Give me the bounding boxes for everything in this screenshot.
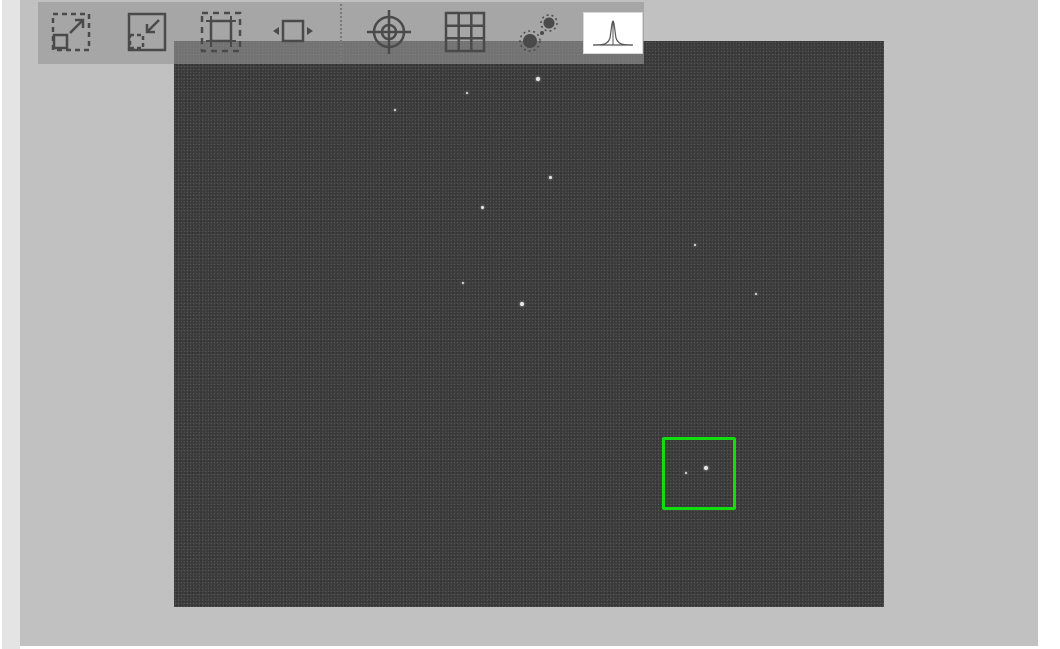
grid-button[interactable] <box>440 8 490 56</box>
fit-width-icon <box>270 15 316 49</box>
star <box>549 176 552 179</box>
star <box>466 92 468 94</box>
toolbar <box>38 2 644 64</box>
left-panel-edge <box>2 0 20 649</box>
shrink-button[interactable] <box>122 8 172 56</box>
star <box>755 293 757 295</box>
right-panel-edge <box>1038 0 1060 649</box>
image-viewport[interactable] <box>20 0 1038 646</box>
fit-frame-button[interactable] <box>196 8 246 56</box>
star <box>520 302 524 306</box>
star <box>394 109 396 111</box>
selection-box[interactable] <box>662 437 736 510</box>
histogram-button[interactable] <box>583 12 643 54</box>
grid-icon <box>443 10 487 54</box>
toolbar-divider <box>340 4 342 62</box>
star <box>694 244 696 246</box>
fit-frame-icon <box>199 10 243 54</box>
expand-button[interactable] <box>46 8 96 56</box>
star <box>462 282 464 284</box>
star <box>481 206 484 209</box>
expand-arrows-icon <box>50 11 92 53</box>
star <box>536 77 540 81</box>
histogram-icon <box>590 18 636 48</box>
crosshair-button[interactable] <box>364 8 414 56</box>
fit-width-button[interactable] <box>268 8 318 56</box>
stars-icon <box>516 9 562 55</box>
star-field-image[interactable] <box>174 41 884 607</box>
shrink-arrows-icon <box>126 11 168 53</box>
app-window <box>0 0 1060 649</box>
crosshair-icon <box>365 8 413 56</box>
star-detect-button[interactable] <box>514 8 564 56</box>
